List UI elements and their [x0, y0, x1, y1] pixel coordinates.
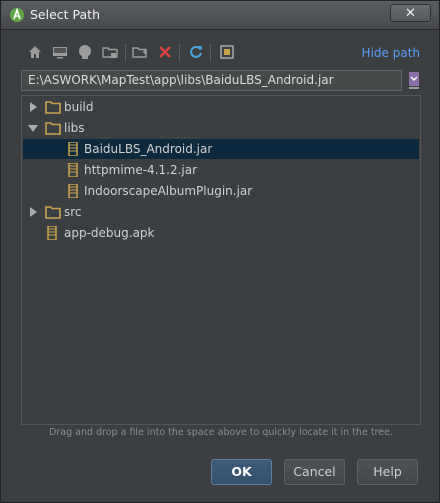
expand-arrow-icon[interactable] [27, 101, 39, 113]
file-tree[interactable]: build libs BaiduLBS_Android.jar httpmime… [21, 95, 421, 425]
close-button[interactable]: ✕ [390, 4, 431, 22]
tree-item-label: app-debug.apk [64, 226, 155, 240]
delete-button[interactable] [155, 41, 175, 63]
tree-item-build[interactable]: build [23, 97, 419, 117]
collapse-arrow-icon[interactable] [27, 122, 39, 134]
hide-path-link[interactable]: Hide path [362, 46, 420, 60]
refresh-button[interactable] [186, 41, 206, 63]
tree-item-label: IndoorscapeAlbumPlugin.jar [84, 184, 253, 198]
path-history-icon[interactable] [406, 71, 422, 90]
delete-icon [159, 46, 171, 58]
path-input[interactable]: E:\ASWORK\MapTest\app\libs\BaiduLBS_Andr… [21, 70, 402, 91]
home-button[interactable] [25, 41, 45, 63]
home-icon [29, 46, 41, 58]
tree-item-label: libs [64, 121, 85, 135]
tree-item-indoorscape-jar[interactable]: IndoorscapeAlbumPlugin.jar [23, 181, 419, 201]
project-button[interactable] [75, 41, 95, 63]
apk-file-icon [47, 226, 57, 240]
jar-file-icon [68, 142, 78, 156]
jar-file-icon [68, 163, 78, 177]
project-icon [79, 45, 91, 59]
tree-item-baidulbs-jar[interactable]: BaiduLBS_Android.jar [23, 139, 419, 159]
tree-item-httpmime-jar[interactable]: httpmime-4.1.2.jar [23, 160, 419, 180]
ok-button[interactable]: OK [211, 459, 272, 485]
module-folder-button[interactable] [100, 41, 120, 63]
android-studio-icon [10, 7, 24, 22]
tree-item-libs[interactable]: libs [23, 118, 419, 138]
close-icon: ✕ [405, 6, 416, 21]
module-folder-icon [102, 47, 118, 58]
desktop-icon [53, 47, 67, 59]
toolbar-separator [125, 44, 127, 61]
show-hidden-button[interactable] [217, 41, 237, 63]
jar-file-icon [68, 184, 78, 198]
refresh-icon [190, 45, 202, 58]
folder-icon [45, 122, 61, 135]
help-button[interactable]: Help [357, 459, 418, 485]
desktop-button[interactable] [50, 41, 70, 63]
expand-arrow-icon[interactable] [27, 206, 39, 218]
tree-item-label: build [64, 100, 94, 114]
tree-item-app-debug-apk[interactable]: app-debug.apk [23, 223, 419, 243]
cancel-button[interactable]: Cancel [284, 459, 345, 485]
new-folder-icon [132, 47, 147, 58]
tree-item-label: src [64, 205, 82, 219]
dialog-title: Select Path [30, 7, 100, 22]
folder-icon [45, 206, 61, 219]
tree-item-label: BaiduLBS_Android.jar [84, 142, 213, 156]
folder-icon [45, 101, 61, 114]
drag-drop-hint: Drag and drop a file into the space abov… [49, 427, 393, 438]
toolbar-separator [179, 44, 181, 61]
toolbar-separator [210, 44, 212, 61]
tree-item-src[interactable]: src [23, 202, 419, 222]
new-folder-button[interactable] [130, 41, 150, 63]
title-bar[interactable]: Select Path ✕ [1, 1, 439, 30]
tree-item-label: httpmime-4.1.2.jar [84, 163, 198, 177]
select-path-dialog: Select Path ✕ Hide path E:\ASWORK\MapTes… [0, 0, 440, 503]
show-hidden-icon [220, 45, 234, 59]
